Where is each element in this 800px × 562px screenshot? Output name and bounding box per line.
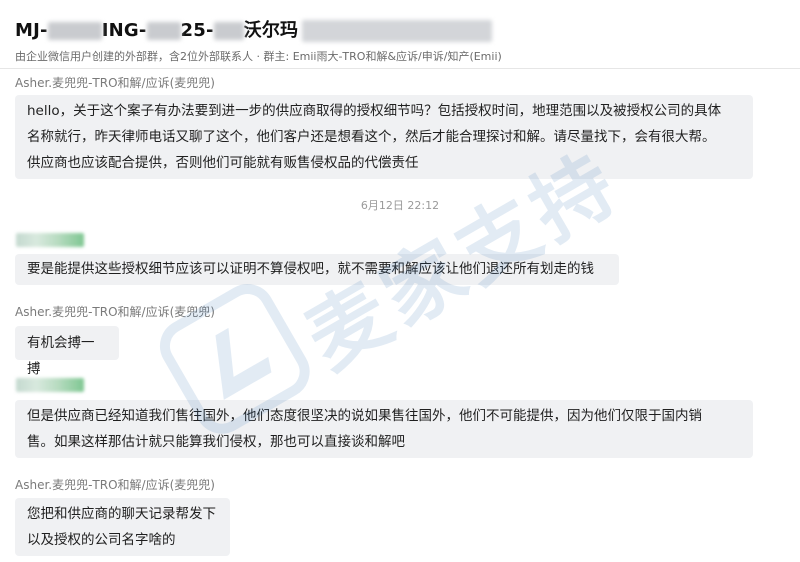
title-part-3: 25- bbox=[180, 20, 214, 41]
message-line: 有机会搏一搏 bbox=[27, 335, 95, 377]
message-line: hello，关于这个案子有办法要到进一步的供应商取得的授权细节吗？包括授权时间，… bbox=[27, 103, 722, 119]
redacted-block bbox=[146, 22, 181, 40]
redacted-block bbox=[302, 20, 493, 42]
chat-header: MJ- ING- 25- 沃尔玛 由企业微信用户创建的外部群，含2位外部联系人 · 群… bbox=[0, 0, 800, 69]
message-sender[interactable]: Asher.麦兜兜-TRO和解/应诉(麦兜兜) bbox=[15, 476, 215, 493]
message-bubble[interactable]: 有机会搏一搏 bbox=[15, 326, 119, 377]
redacted-block bbox=[213, 22, 244, 40]
message-line: 但是供应商已经知道我们售往国外，他们态度很坚决的说如果售往国外，他们不可能提供，… bbox=[27, 408, 702, 424]
title-part-4: 沃尔玛 bbox=[243, 20, 299, 41]
redacted-sender-name bbox=[16, 233, 84, 247]
message-sender[interactable]: Asher.麦兜兜-TRO和解/应诉(麦兜兜) bbox=[15, 303, 215, 320]
message-line: 以及授权的公司名字啥的 bbox=[27, 532, 176, 548]
message-line: 要是能提供这些授权细节应该可以证明不算侵权吧，就不需要和解应该让他们退还所有划走… bbox=[27, 261, 594, 277]
redacted-block bbox=[47, 22, 102, 40]
title-part-1: MJ- bbox=[15, 20, 48, 41]
message-line: 名称就行，昨天律师电话又聊了这个，他们客户还是想看这个，然后才能合理探讨和解。请… bbox=[27, 129, 716, 145]
message-timestamp: 6月12日 22:12 bbox=[360, 199, 440, 212]
message-bubble[interactable]: hello，关于这个案子有办法要到进一步的供应商取得的授权细节吗？包括授权时间，… bbox=[15, 95, 753, 179]
message-line: 供应商也应该配合提供，否则他们可能就有贩售侵权品的代偿责任 bbox=[27, 155, 419, 171]
title-part-2: ING- bbox=[101, 20, 147, 41]
message-bubble[interactable]: 您把和供应商的聊天记录帮发下 以及授权的公司名字啥的 bbox=[15, 498, 230, 556]
message-line: 售。如果这样那估计就只能算我们侵权，那也可以直接谈和解吧 bbox=[27, 434, 405, 450]
message-bubble[interactable]: 但是供应商已经知道我们售往国外，他们态度很坚决的说如果售往国外，他们不可能提供，… bbox=[15, 400, 753, 458]
message-line: 您把和供应商的聊天记录帮发下 bbox=[27, 506, 216, 522]
message-bubble[interactable]: 要是能提供这些授权细节应该可以证明不算侵权吧，就不需要和解应该让他们退还所有划走… bbox=[15, 254, 619, 285]
group-subtitle: 由企业微信用户创建的外部群，含2位外部联系人 · 群主: Emii雨大-TRO和… bbox=[15, 50, 502, 63]
redacted-sender-name bbox=[16, 378, 84, 392]
message-sender[interactable]: Asher.麦兜兜-TRO和解/应诉(麦兜兜) bbox=[15, 74, 215, 91]
group-title[interactable]: MJ- ING- 25- 沃尔玛 bbox=[15, 16, 493, 42]
